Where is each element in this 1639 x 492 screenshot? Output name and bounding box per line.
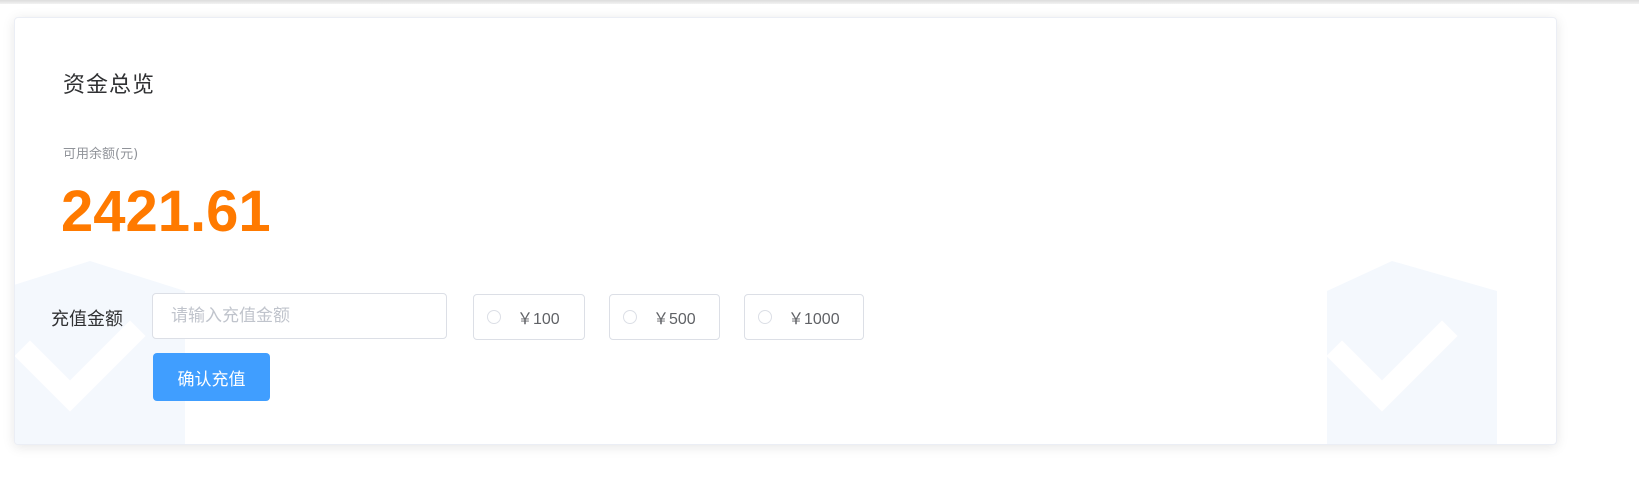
recharge-amount-label: 充值金额 xyxy=(51,309,123,330)
recharge-amount-input[interactable] xyxy=(152,293,447,339)
amount-option-1000[interactable]: ￥1000 xyxy=(744,294,864,340)
amount-option-label: ￥500 xyxy=(653,311,696,328)
amount-option-100[interactable]: ￥100 xyxy=(473,294,585,340)
radio-circle-icon[interactable] xyxy=(758,310,772,324)
confirm-recharge-button[interactable]: 确认充值 xyxy=(153,353,270,401)
shield-check-icon xyxy=(1327,261,1497,444)
available-balance-label: 可用余额(元) xyxy=(63,147,139,162)
amount-option-label: ￥100 xyxy=(517,311,560,328)
fund-overview-card: 资金总览 可用余额(元) 2421.61 充值金额 ￥100 ￥500 ￥100… xyxy=(14,17,1557,445)
radio-circle-icon[interactable] xyxy=(487,310,501,324)
amount-option-label: ￥1000 xyxy=(788,311,840,328)
page-title: 资金总览 xyxy=(63,73,156,98)
amount-option-500[interactable]: ￥500 xyxy=(609,294,720,340)
available-balance-value: 2421.61 xyxy=(61,179,271,244)
radio-circle-icon[interactable] xyxy=(623,310,637,324)
top-bar-shadow xyxy=(0,0,1639,4)
